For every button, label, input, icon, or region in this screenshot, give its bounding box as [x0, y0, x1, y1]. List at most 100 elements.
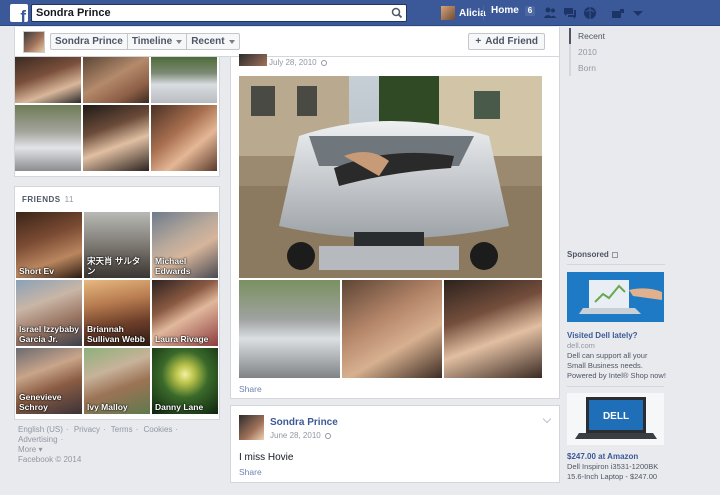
timeline-post-photos: July 28, 2010 Share	[230, 54, 560, 399]
footer-link-language[interactable]: English (US)	[18, 425, 63, 434]
tab-timeline-label: Timeline	[131, 36, 173, 47]
account-menu-icon[interactable]	[631, 6, 645, 20]
chevron-down-icon: ▾	[38, 445, 43, 454]
friend-tile[interactable]: Michael Edwards	[152, 212, 218, 278]
post-photo-thumbnail[interactable]	[342, 280, 442, 378]
add-friend-button[interactable]: + Add Friend	[468, 33, 545, 50]
post-author-avatar[interactable]	[239, 415, 264, 440]
messages-icon[interactable]	[563, 6, 577, 20]
friend-name: Danny Lane	[155, 402, 204, 412]
add-friend-label: Add Friend	[485, 36, 538, 47]
search-icon[interactable]	[388, 5, 406, 21]
friend-tile[interactable]: Danny Lane	[152, 348, 218, 414]
notifications-icon[interactable]	[583, 6, 597, 20]
footer-separator: ·	[60, 435, 64, 444]
facebook-logo-icon[interactable]: f	[10, 4, 28, 25]
share-link[interactable]: Share	[239, 467, 262, 477]
ad-title[interactable]: $247.00 at Amazon	[567, 452, 667, 462]
friend-name: Israel Izzybaby Garcia Jr.	[19, 324, 80, 344]
friend-name: Short Ev	[19, 266, 54, 276]
tab-recent-label: Recent	[191, 36, 225, 47]
friends-heading[interactable]: FRIENDS 11	[22, 195, 74, 204]
globe-icon	[320, 59, 327, 66]
add-friend-icon: +	[475, 36, 482, 47]
tab-profile-name[interactable]: Sondra Prince	[51, 34, 128, 49]
post-options-chevron-icon[interactable]	[542, 414, 552, 424]
friend-tile[interactable]: Genevieve Schroy	[16, 348, 82, 414]
privacy-shortcuts-icon[interactable]	[611, 6, 625, 20]
footer-separator: ·	[135, 425, 139, 434]
post-main-photo[interactable]	[239, 76, 542, 278]
home-count-badge: 6	[524, 5, 536, 16]
scrubber-item-born[interactable]: Born	[569, 60, 659, 76]
ad-dell-text: Visited Dell lately? dell.com Dell can s…	[567, 331, 667, 381]
divider	[483, 6, 484, 20]
profile-shortcut[interactable]: Alicia	[441, 5, 486, 21]
edit-ads-icon[interactable]	[611, 251, 618, 258]
ad-title[interactable]: Visited Dell lately?	[567, 331, 667, 341]
post-author-name[interactable]: Sondra Prince	[270, 417, 338, 428]
post-author-avatar[interactable]	[239, 54, 267, 66]
friend-tile[interactable]: Ivy Malloy	[84, 348, 150, 414]
post-timestamp[interactable]: June 28, 2010	[270, 431, 331, 440]
footer-link-cookies[interactable]: Cookies	[143, 425, 172, 434]
timeline-sticky-header: Sondra Prince Timeline Recent + Add Frie…	[14, 27, 560, 57]
friend-requests-icon[interactable]	[543, 6, 557, 20]
user-name: Alicia	[459, 7, 486, 19]
tab-recent[interactable]: Recent	[187, 34, 238, 49]
sponsored-section: Sponsored	[567, 250, 665, 265]
tab-timeline[interactable]: Timeline	[128, 34, 188, 49]
footer-link-privacy[interactable]: Privacy	[74, 425, 100, 434]
profile-avatar[interactable]	[23, 31, 45, 53]
chevron-down-icon	[228, 39, 235, 44]
footer-separator: ·	[175, 425, 179, 434]
photo-thumbnail[interactable]	[83, 57, 149, 103]
friend-name: Laura Rivage	[155, 334, 209, 344]
ad-image-amazon-laptop[interactable]: DELL	[567, 393, 664, 445]
sponsored-title: Sponsored	[567, 250, 609, 259]
ad-image-dell-laptop[interactable]	[567, 272, 664, 322]
divider	[567, 264, 665, 265]
timeline-scrubber: Recent 2010 Born	[569, 28, 659, 76]
friend-tile[interactable]: Short Ev	[16, 212, 82, 278]
friend-name: Briannah Sullivan Webb	[87, 324, 145, 344]
post-timestamp[interactable]: July 28, 2010	[269, 58, 327, 67]
footer-link-advertising[interactable]: Advertising	[18, 435, 58, 444]
post-photo-thumbnail[interactable]	[239, 280, 340, 378]
ad-body: Dell can support all your Small Business…	[567, 351, 666, 380]
friends-card: FRIENDS 11 Short Ev 宋天肖 サルタン Michael Edwa…	[14, 186, 220, 420]
profile-name-label: Sondra Prince	[55, 36, 123, 47]
friend-tile[interactable]: Israel Izzybaby Garcia Jr.	[16, 280, 82, 346]
photo-thumbnail[interactable]	[15, 105, 81, 171]
search-box[interactable]	[31, 4, 407, 22]
photos-card	[14, 57, 220, 177]
post-photo-thumbnail[interactable]	[444, 280, 542, 378]
timeline-post-status: Sondra Prince June 28, 2010 I miss Hovie…	[230, 405, 560, 483]
photo-thumbnail[interactable]	[151, 105, 217, 171]
share-link[interactable]: Share	[239, 384, 262, 394]
divider	[567, 386, 664, 387]
chevron-down-icon	[176, 39, 183, 44]
friend-tile[interactable]: Laura Rivage	[152, 280, 218, 346]
friend-name: Ivy Malloy	[87, 402, 128, 412]
footer-link-more[interactable]: More	[18, 445, 36, 454]
search-input[interactable]	[36, 5, 381, 21]
post-date: June 28, 2010	[270, 431, 321, 440]
friends-count: 11	[64, 195, 74, 204]
timeline-tabs: Sondra Prince Timeline Recent	[50, 33, 240, 50]
home-link[interactable]: Home 6	[491, 5, 536, 16]
friend-tile[interactable]: 宋天肖 サルタン	[84, 212, 150, 278]
svg-text:DELL: DELL	[603, 411, 629, 422]
friend-tile[interactable]: Briannah Sullivan Webb	[84, 280, 150, 346]
footer-link-terms[interactable]: Terms	[111, 425, 133, 434]
home-label: Home	[491, 5, 519, 16]
ad-url[interactable]: dell.com	[567, 341, 667, 351]
page-footer: English (US) · Privacy · Terms · Cookies · A…	[18, 425, 218, 465]
scrubber-item-2010[interactable]: 2010	[569, 44, 659, 60]
photo-thumbnail[interactable]	[151, 57, 217, 103]
friend-name: Michael Edwards	[155, 256, 191, 276]
photo-thumbnail[interactable]	[83, 105, 149, 171]
top-navigation-bar: f Alicia Home 6	[0, 0, 720, 26]
photo-thumbnail[interactable]	[15, 57, 81, 103]
scrubber-item-recent[interactable]: Recent	[569, 28, 659, 44]
